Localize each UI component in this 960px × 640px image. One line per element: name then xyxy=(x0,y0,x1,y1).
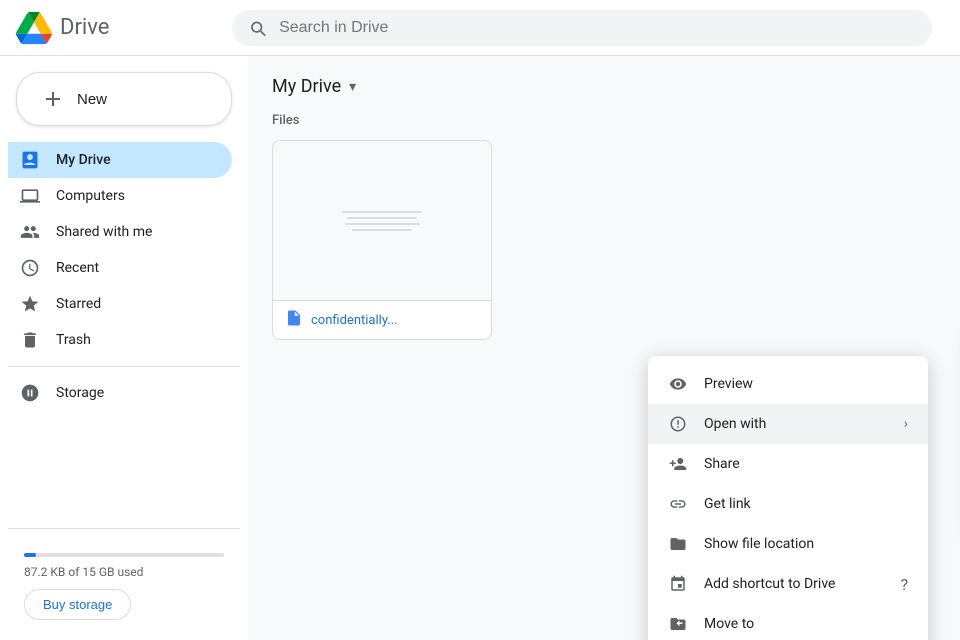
folder-icon xyxy=(668,534,688,554)
app-header: Drive xyxy=(0,0,960,56)
drive-dropdown-icon[interactable]: ▾ xyxy=(349,79,356,95)
link-icon xyxy=(668,494,688,514)
search-bar[interactable] xyxy=(232,10,932,46)
sidebar-item-my-drive-label: My Drive xyxy=(56,152,111,168)
files-section-label: Files xyxy=(272,113,936,128)
trash-icon xyxy=(20,330,40,350)
logo-area: Drive xyxy=(16,10,216,46)
starred-icon xyxy=(20,294,40,314)
app-title: Drive xyxy=(60,15,109,40)
storage-used-text: 87.2 KB of 15 GB used xyxy=(24,565,224,579)
add-shortcut-label: Add shortcut to Drive xyxy=(704,576,884,592)
sidebar-item-shared-label: Shared with me xyxy=(56,224,152,240)
preview-icon xyxy=(668,374,688,394)
move-to-label: Move to xyxy=(704,616,908,632)
show-location-label: Show file location xyxy=(704,536,908,552)
plus-icon xyxy=(41,87,65,111)
sidebar-item-storage[interactable]: Storage xyxy=(8,375,232,411)
sidebar-item-trash-label: Trash xyxy=(56,332,91,348)
context-menu-item-share[interactable]: Share xyxy=(648,444,928,484)
search-input[interactable] xyxy=(279,19,916,37)
sidebar-item-storage-label: Storage xyxy=(56,385,104,401)
file-card-footer: confidentially... xyxy=(273,301,491,339)
buy-storage-button[interactable]: Buy storage xyxy=(24,589,131,620)
sidebar-item-recent[interactable]: Recent xyxy=(8,250,232,286)
new-button-label: New xyxy=(77,91,107,108)
sidebar-item-shared[interactable]: Shared with me xyxy=(8,214,232,250)
file-card[interactable]: confidentially... xyxy=(272,140,492,340)
drive-header: My Drive ▾ xyxy=(272,76,936,97)
search-icon xyxy=(248,18,267,38)
doc-icon xyxy=(285,309,303,331)
shared-icon xyxy=(20,222,40,242)
files-grid: confidentially... xyxy=(272,140,936,340)
sidebar-item-computers-label: Computers xyxy=(56,188,125,204)
file-card-preview xyxy=(273,141,491,301)
sidebar: New My Drive Computers Shared with me xyxy=(0,56,248,640)
context-menu-item-get-link[interactable]: Get link xyxy=(648,484,928,524)
storage-bar-fill xyxy=(24,553,36,557)
open-with-arrow: › xyxy=(904,416,908,432)
open-with-icon xyxy=(668,414,688,434)
move-icon xyxy=(668,614,688,634)
sidebar-item-recent-label: Recent xyxy=(56,260,99,276)
google-drive-logo xyxy=(16,10,52,46)
main-content: My Drive ▾ Files confidenti xyxy=(248,56,960,640)
help-icon[interactable]: ? xyxy=(900,575,908,594)
share-icon xyxy=(668,454,688,474)
my-drive-icon xyxy=(20,150,40,170)
get-link-label: Get link xyxy=(704,496,908,512)
context-menu-item-open-with[interactable]: Open with › xyxy=(648,404,928,444)
context-menu: Preview Open with › Share xyxy=(648,356,928,640)
storage-section: 87.2 KB of 15 GB used Buy storage xyxy=(8,528,240,628)
preview-label: Preview xyxy=(704,376,908,392)
shortcut-icon xyxy=(668,574,688,594)
sidebar-item-trash[interactable]: Trash xyxy=(8,322,232,358)
file-name: confidentially... xyxy=(311,313,398,328)
sidebar-item-starred[interactable]: Starred xyxy=(8,286,232,322)
context-menu-item-move-to[interactable]: Move to xyxy=(648,604,928,640)
context-menu-item-show-location[interactable]: Show file location xyxy=(648,524,928,564)
sidebar-item-computers[interactable]: Computers xyxy=(8,178,232,214)
context-menu-item-preview[interactable]: Preview xyxy=(648,364,928,404)
storage-icon xyxy=(20,383,40,403)
open-with-label: Open with xyxy=(704,416,888,432)
share-label: Share xyxy=(704,456,908,472)
storage-bar-background xyxy=(24,553,224,557)
sidebar-item-starred-label: Starred xyxy=(56,296,101,312)
recent-icon xyxy=(20,258,40,278)
main-layout: New My Drive Computers Shared with me xyxy=(0,56,960,640)
new-button[interactable]: New xyxy=(16,72,232,126)
computers-icon xyxy=(20,186,40,206)
drive-title: My Drive xyxy=(272,76,341,97)
doc-preview xyxy=(342,211,422,231)
context-menu-item-add-shortcut[interactable]: Add shortcut to Drive ? xyxy=(648,564,928,604)
sidebar-item-my-drive[interactable]: My Drive xyxy=(8,142,232,178)
